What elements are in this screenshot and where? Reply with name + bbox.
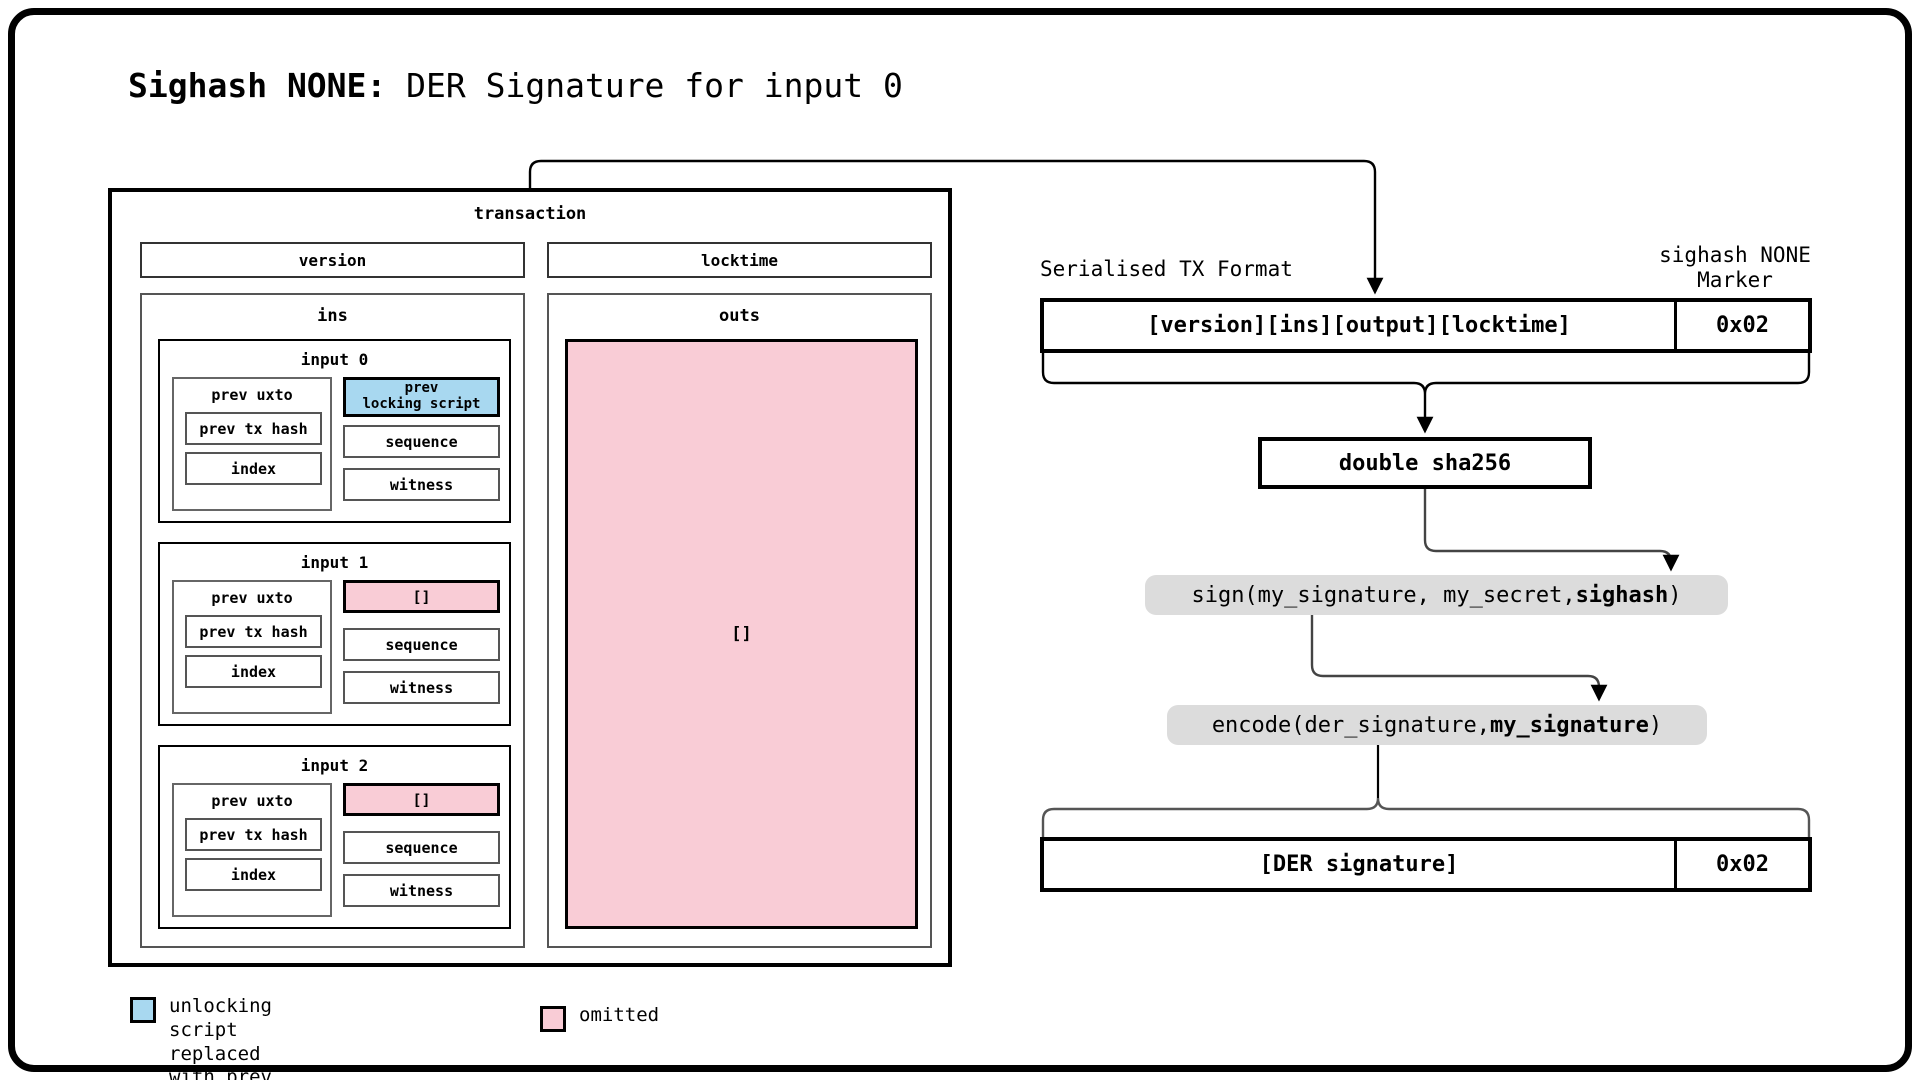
input-1-prev-uxto: prev uxto prev tx hash index [172, 580, 332, 714]
outs-panel: outs [] [547, 293, 932, 948]
input-block-2: input 2 prev uxto prev tx hash index [] … [158, 745, 511, 929]
input-1-prev-tx-hash: prev tx hash [185, 615, 322, 648]
transaction-box: transaction version locktime ins input 0… [108, 188, 952, 967]
encode-call-pill: encode(der_signature, my_signature) [1167, 705, 1707, 745]
input-1-label: input 1 [300, 553, 369, 572]
double-sha256-box: double sha256 [1258, 437, 1592, 489]
sign-suffix: ) [1668, 582, 1682, 608]
input-2-prev-tx-hash: prev tx hash [185, 818, 322, 851]
legend-swatch-pink-icon [540, 1006, 566, 1032]
input-0-index: index [185, 452, 322, 485]
version-field: version [140, 242, 525, 278]
encode-suffix: ) [1648, 712, 1663, 738]
transaction-label: transaction [473, 204, 587, 224]
legend-swatch-blue-icon [130, 997, 156, 1023]
input-2-uxto-label: prev uxto [211, 792, 293, 810]
page-title-rest: DER Signature for input 0 [386, 66, 903, 105]
ins-panel: ins input 0 prev uxto prev tx hash index… [140, 293, 525, 948]
input-2-witness: witness [343, 874, 500, 907]
serialised-tx-format-label: Serialised TX Format [1040, 257, 1293, 281]
input-0-script-line1: prev [404, 380, 439, 397]
input-0-sequence: sequence [343, 425, 500, 458]
input-1-uxto-label: prev uxto [211, 589, 293, 607]
page-title-bold: Sighash NONE: [128, 66, 387, 105]
input-2-sequence: sequence [343, 831, 500, 864]
legend-blue-label: unlocking script replaced with prev lock… [169, 995, 272, 1080]
input-2-unlocking-script: [] [343, 783, 500, 816]
input-2-index: index [185, 858, 322, 891]
encode-prefix: encode(der_signature, [1211, 712, 1490, 738]
serialised-tx-box: [version][ins][output][locktime] 0x02 [1040, 298, 1812, 353]
input-0-prev-locking-script: prev locking script [343, 377, 500, 417]
page-title: Sighash NONE: DER Signature for input 0 [128, 66, 903, 105]
der-signature-value: [DER signature] [1259, 852, 1459, 877]
input-0-prev-uxto: prev uxto prev tx hash index [172, 377, 332, 511]
sighash-marker-label: sighash NONE Marker [1659, 243, 1811, 292]
input-0-prev-tx-hash: prev tx hash [185, 412, 322, 445]
encode-bold-arg: my_signature [1489, 712, 1649, 738]
der-signature-box: [DER signature] 0x02 [1040, 837, 1812, 892]
legend-item-omitted: omitted [540, 1004, 659, 1032]
input-block-0: input 0 prev uxto prev tx hash index pre… [158, 339, 511, 523]
input-1-unlocking-script: [] [343, 580, 500, 613]
der-signature-marker: 0x02 [1674, 841, 1808, 888]
input-1-index: index [185, 655, 322, 688]
input-0-witness: witness [343, 468, 500, 501]
input-0-uxto-label: prev uxto [211, 386, 293, 404]
serialised-tx-value: [version][ins][output][locktime] [1147, 313, 1571, 338]
input-0-label: input 0 [300, 350, 369, 369]
sign-bold-arg: sighash [1575, 582, 1669, 608]
input-block-1: input 1 prev uxto prev tx hash index [] … [158, 542, 511, 726]
input-2-prev-uxto: prev uxto prev tx hash index [172, 783, 332, 917]
input-1-witness: witness [343, 671, 500, 704]
locktime-field: locktime [547, 242, 932, 278]
diagram-page: Sighash NONE: DER Signature for input 0 … [0, 0, 1920, 1080]
ins-label: ins [317, 306, 348, 326]
legend-item-replaced: unlocking script replaced with prev lock… [130, 995, 272, 1080]
sign-prefix: sign(my_signature, my_secret, [1191, 582, 1576, 608]
outs-omitted-box: [] [565, 339, 918, 929]
outs-label: outs [719, 306, 760, 326]
input-2-label: input 2 [300, 756, 369, 775]
serialised-tx-marker: 0x02 [1674, 302, 1808, 349]
input-1-sequence: sequence [343, 628, 500, 661]
input-0-script-line2: locking script [362, 396, 481, 412]
sign-call-pill: sign(my_signature, my_secret, sighash) [1145, 575, 1728, 615]
legend-pink-label: omitted [579, 1004, 660, 1026]
